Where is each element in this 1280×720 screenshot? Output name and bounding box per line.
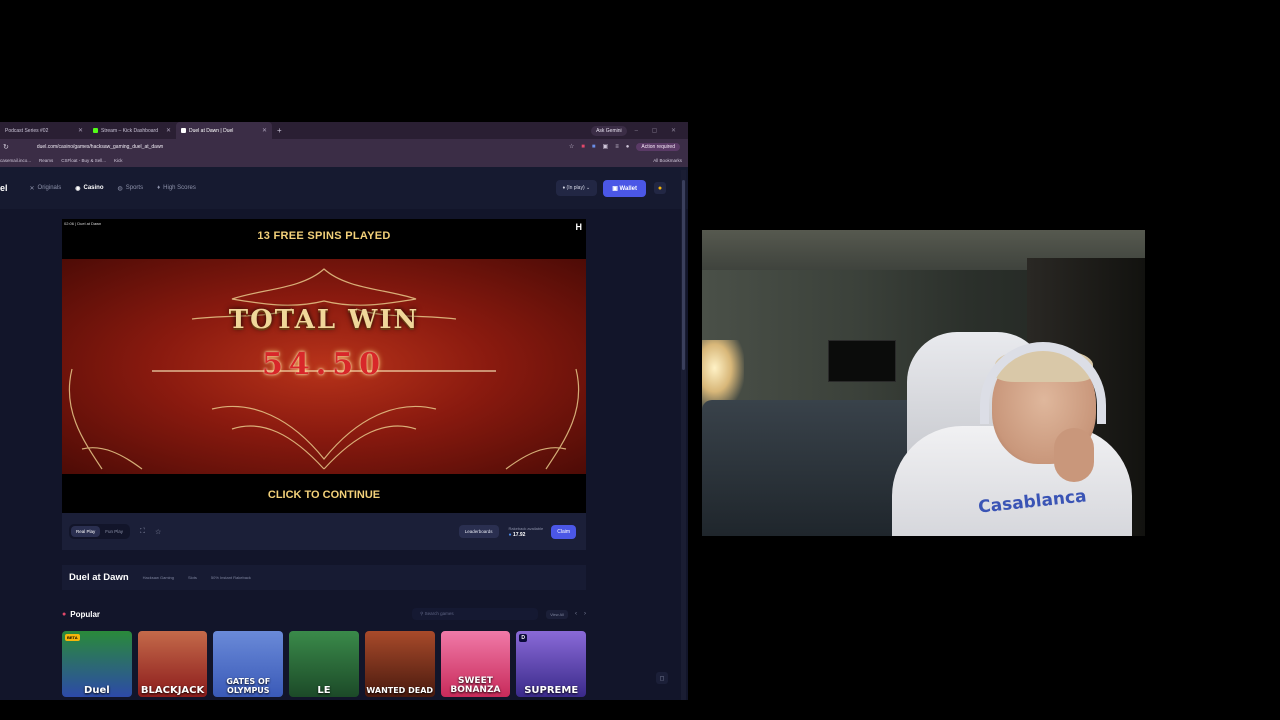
play-mode-toggle[interactable]: Real Play Fun Play [69, 524, 131, 539]
real-play-option[interactable]: Real Play [71, 526, 101, 537]
nav-high-scores[interactable]: ♦ High Scores [157, 185, 196, 191]
close-tab-icon[interactable]: ✕ [166, 127, 171, 134]
bookmark-item[interactable]: casemail.inco... [0, 158, 31, 163]
game-card-le[interactable]: LE [289, 631, 359, 697]
popular-icon: ● [62, 610, 67, 618]
nav-casino[interactable]: ◉ Casino [75, 185, 103, 192]
chevron-left-icon[interactable]: ‹ [575, 611, 577, 617]
user-icon[interactable]: ● [654, 182, 666, 194]
game-card-supreme[interactable]: D SUPREME [516, 631, 587, 697]
originals-icon: ✕ [29, 185, 35, 192]
close-tab-icon[interactable]: ✕ [78, 127, 83, 134]
provider-chip[interactable]: Hacksaw Gaming [143, 575, 174, 580]
fullscreen-icon[interactable]: ⛶ [140, 528, 145, 536]
new-tab-button[interactable]: + [272, 126, 287, 135]
view-all-button[interactable]: View All [546, 609, 568, 619]
nav-sports[interactable]: ◍ Sports [118, 185, 144, 192]
search-games-input[interactable]: ⚲ Search games [412, 608, 539, 620]
sports-icon: ◍ [117, 185, 123, 192]
chevron-right-icon[interactable]: › [584, 611, 586, 617]
game-info-bar: Duel at Dawn Hacksaw Gaming Slots 50% In… [62, 565, 586, 590]
game-card-duel[interactable]: BETA Duel [62, 631, 132, 697]
tab-kick-dashboard[interactable]: Stream – Kick Dashboard ✕ [88, 122, 176, 139]
chat-icon[interactable]: ◻ [656, 672, 668, 684]
profile-icon[interactable]: ● [626, 144, 630, 150]
scrollbar-thumb[interactable] [682, 180, 685, 370]
total-win-amount: 54.50 [262, 347, 386, 382]
kick-icon [93, 128, 98, 133]
reload-icon[interactable]: ↻ [3, 143, 9, 151]
television [828, 340, 896, 382]
casino-icon: ◉ [75, 185, 81, 192]
window-controls[interactable]: – ▢ ✕ [635, 127, 682, 134]
provider-badge: D [519, 634, 527, 642]
claim-button[interactable]: Claim [551, 524, 576, 539]
game-card-sweet-bonanza[interactable]: SWEET BONANZA [440, 631, 511, 697]
game-card-gates-of-olympus[interactable]: GATES OF OLYMPUS [213, 631, 284, 697]
url-field[interactable]: duel.com/casino/games/hacksaw_gaming_due… [37, 144, 163, 150]
free-spins-text: 13 FREE SPINS PLAYED [257, 230, 391, 242]
total-win-banner[interactable]: TOTAL WIN 54.50 [62, 259, 586, 474]
site-logo[interactable]: el [0, 183, 8, 193]
duel-icon [181, 128, 186, 133]
tab-duel-at-dawn[interactable]: Duel at Dawn | Duel ✕ [176, 122, 272, 139]
bookmark-item[interactable]: CSFloat - Buy & Sell... [61, 158, 106, 163]
tab-bar: Podcast Series #02 ✕ Stream – Kick Dashb… [0, 122, 688, 139]
game-header: 02:06 | Duel at Dawn H 13 FREE SPINS PLA… [62, 219, 586, 259]
rakeback-chip[interactable]: 50% Instant Rakeback [211, 575, 251, 580]
address-bar: ↻ duel.com/casino/games/hacksaw_gaming_d… [0, 139, 688, 154]
wallet-icon: ▣ [612, 185, 620, 192]
nav-originals[interactable]: ✕ Originals [30, 185, 62, 192]
close-tab-icon[interactable]: ✕ [262, 127, 267, 134]
ask-gemini-button[interactable]: Ask Gemini [591, 125, 627, 136]
rakeback-value: ● 17.92 [508, 531, 526, 538]
balance-dropdown[interactable]: ♦ (In play) ⌄ [555, 180, 598, 196]
site-nav: el ✕ Originals ◉ Casino ◍ Sports ♦ High Scor… [0, 167, 688, 209]
scrollbar[interactable] [681, 170, 686, 700]
rakeback-info: Rakeback available ● 17.92 [508, 525, 544, 538]
fun-play-option[interactable]: Fun Play [100, 526, 128, 537]
popular-header: ● Popular ⚲ Search games View All ‹ › [62, 606, 586, 622]
game-tag: 02:06 | Duel at Dawn [64, 221, 102, 226]
streamer-hand [1054, 428, 1094, 482]
browser-window: Podcast Series #02 ✕ Stream – Kick Dashb… [0, 122, 688, 700]
bookmark-item[interactable]: Reams [39, 158, 53, 163]
beta-badge: BETA [65, 634, 80, 641]
bookmarks-bar: casemail.inco... Reams CSFloat - Buy & S… [0, 154, 688, 168]
action-required-button[interactable]: Action required [636, 142, 680, 151]
webcam-feed: Casablanca [702, 230, 1145, 536]
trophy-icon: ♦ [157, 185, 161, 191]
total-win-label: TOTAL WIN [228, 305, 420, 335]
category-chip[interactable]: Slots [188, 575, 197, 580]
game-card-wanted-dead[interactable]: WANTED DEAD [364, 631, 435, 697]
favorite-star-icon[interactable]: ☆ [155, 528, 161, 536]
popular-games-row: BETA Duel BLACKJACK GATES OF OLYMPUS LE W… [62, 631, 587, 697]
extension-icon[interactable]: ▣ [603, 143, 609, 150]
tab-podcast[interactable]: Podcast Series #02 ✕ [0, 122, 88, 139]
extension-icon[interactable]: ■ [581, 144, 585, 150]
game-frame[interactable]: 02:06 | Duel at Dawn H 13 FREE SPINS PLA… [62, 219, 586, 513]
game-controls: Real Play Fun Play ⛶ ☆ Leaderboards Rake… [62, 513, 586, 550]
game-card-blackjack[interactable]: BLACKJACK [137, 631, 208, 697]
bookmark-item[interactable]: Kick [114, 158, 123, 163]
extension-icon[interactable]: ■ [592, 144, 596, 150]
all-bookmarks[interactable]: All Bookmarks [653, 158, 682, 163]
click-to-continue[interactable]: CLICK TO CONTINUE [62, 489, 586, 501]
bookmark-star-icon[interactable]: ☆ [569, 143, 574, 150]
leaderboards-button[interactable]: Leaderboards [458, 525, 499, 538]
menu-icon[interactable]: ≡ [615, 144, 619, 150]
popular-title: Popular [70, 609, 101, 619]
wallet-button[interactable]: ▣ Wallet [603, 179, 646, 197]
game-title: Duel at Dawn [69, 572, 129, 583]
